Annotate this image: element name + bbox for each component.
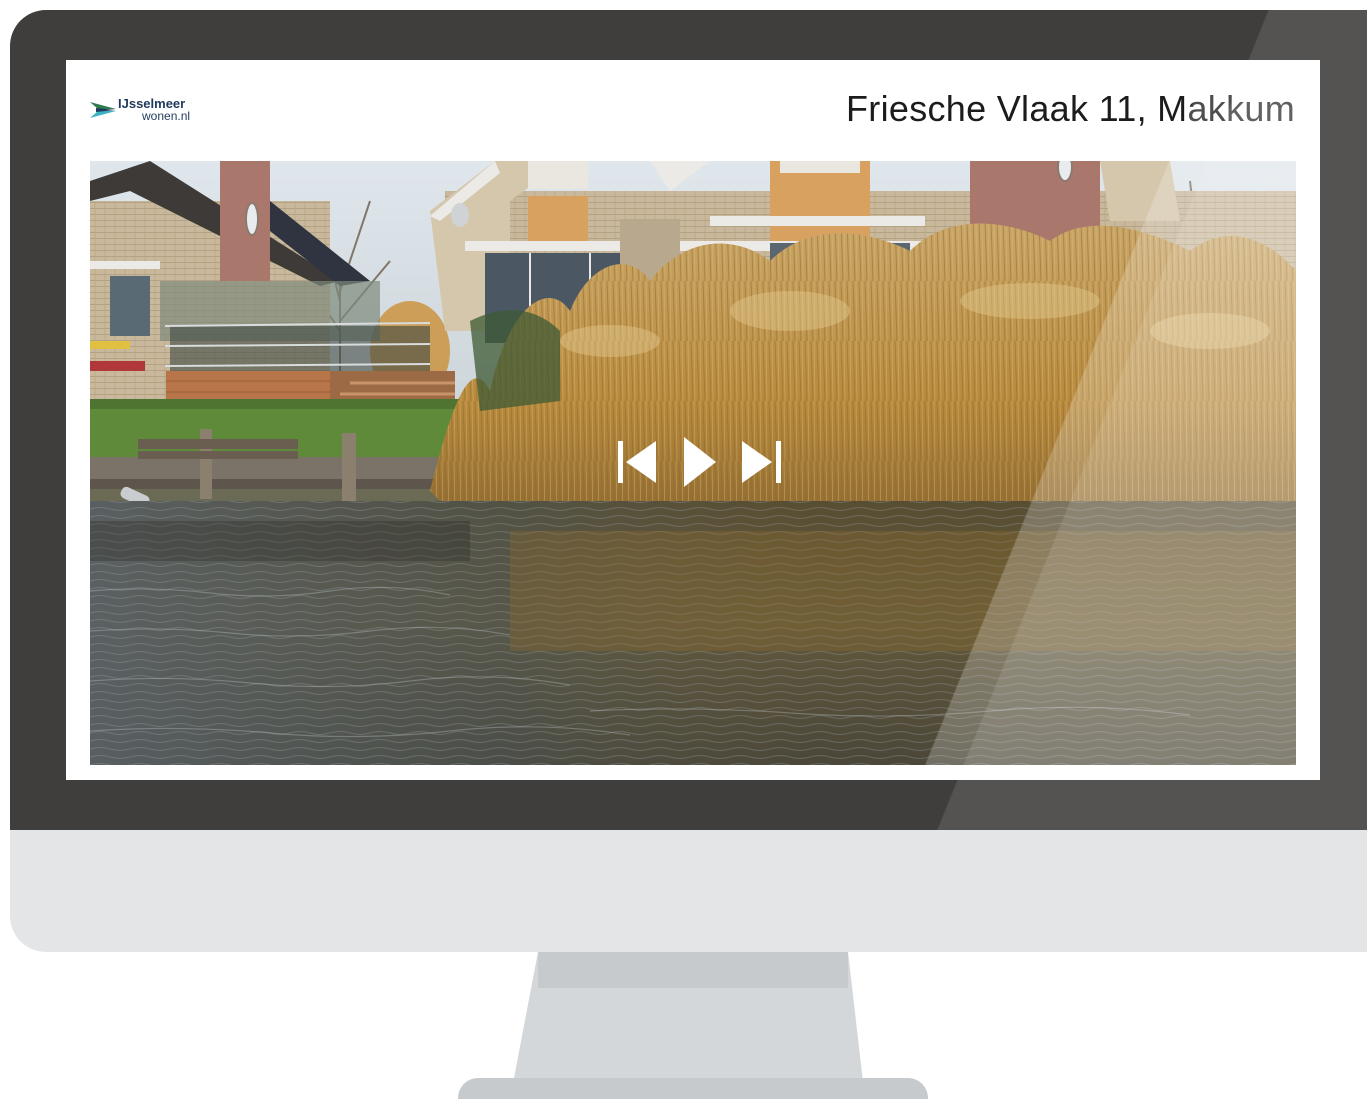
monitor-body: IJsselmeer wonen.nl Friesche Vlaak 11, M… — [10, 10, 1367, 952]
monitor-stand-neck — [510, 952, 865, 1099]
property-photo — [90, 161, 1296, 765]
monitor-bezel: IJsselmeer wonen.nl Friesche Vlaak 11, M… — [10, 10, 1367, 830]
monitor-screen: IJsselmeer wonen.nl Friesche Vlaak 11, M… — [66, 60, 1320, 780]
site-logo[interactable]: IJsselmeer wonen.nl — [90, 96, 230, 126]
monitor-stand-foot — [458, 1078, 928, 1099]
play-icon[interactable] — [682, 437, 718, 487]
listing-address: Friesche Vlaak 11, Makkum — [846, 88, 1295, 129]
slideshow-controls — [618, 437, 788, 487]
previous-icon[interactable] — [618, 437, 658, 487]
logo-arrow-icon — [90, 102, 116, 118]
next-icon[interactable] — [742, 437, 782, 487]
logo-domain: wonen.nl — [142, 109, 191, 123]
monitor-mockup: IJsselmeer wonen.nl Friesche Vlaak 11, M… — [0, 0, 1367, 1099]
